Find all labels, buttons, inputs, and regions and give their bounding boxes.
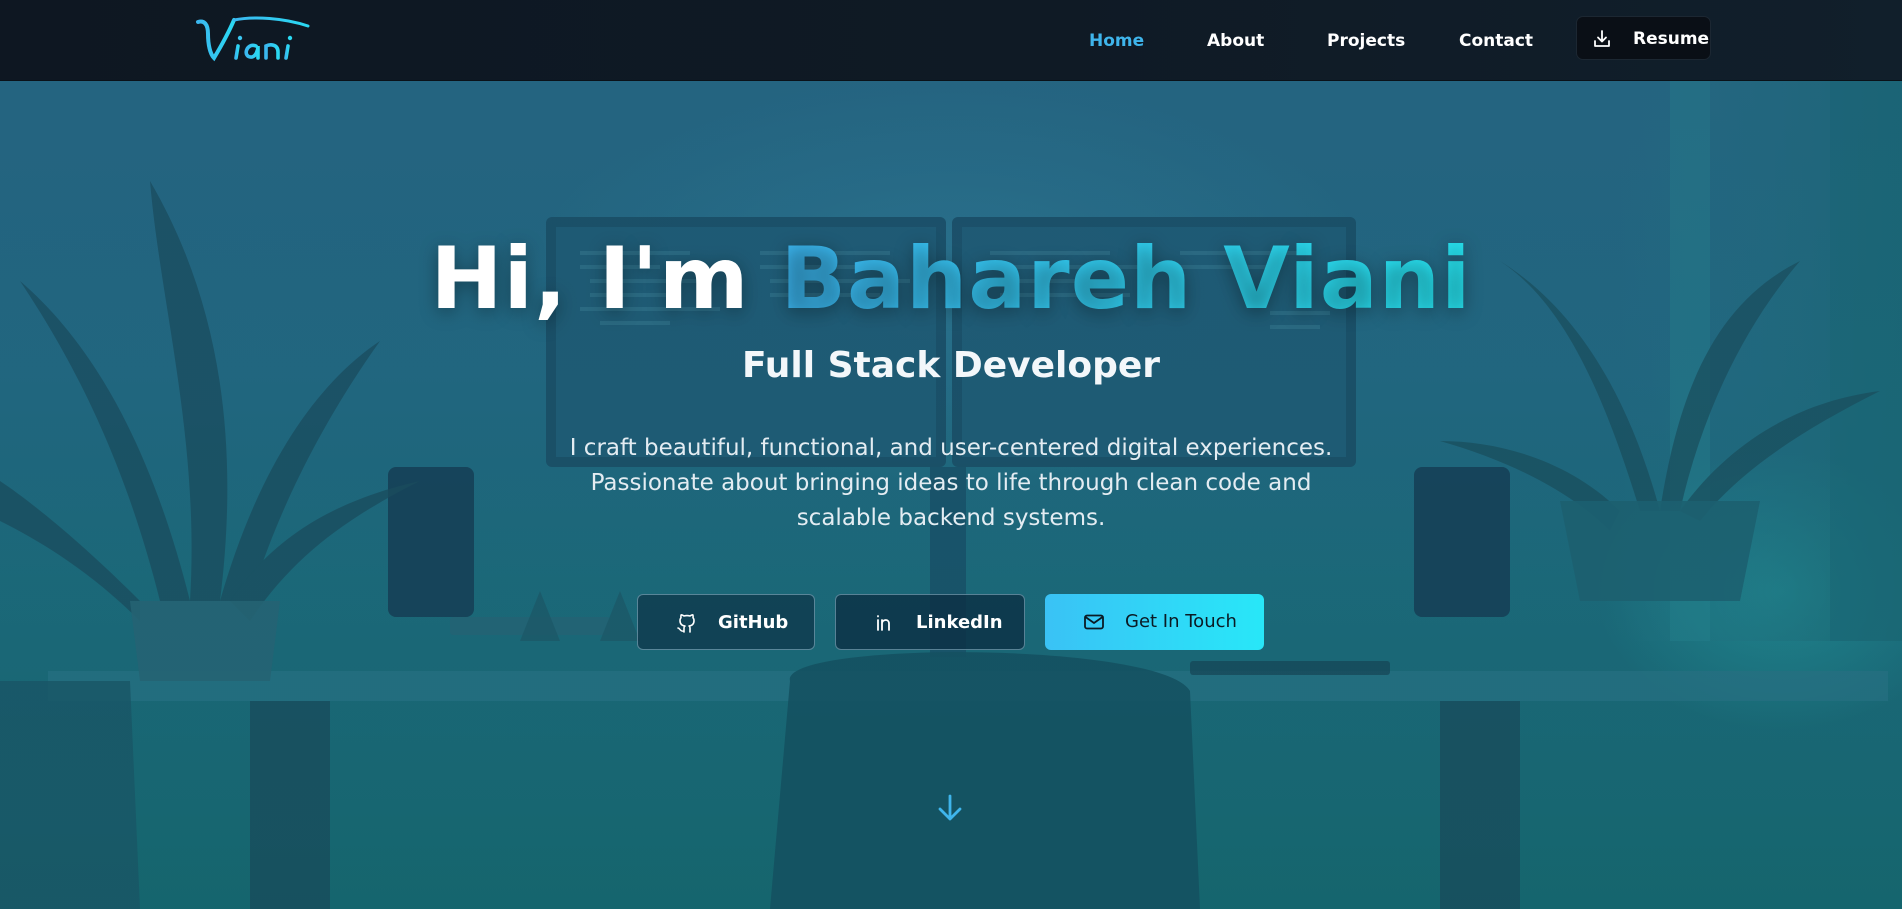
hero-description: I craft beautiful, functional, and user-… xyxy=(569,435,1333,531)
nav-link-projects[interactable]: Projects xyxy=(1327,31,1405,51)
get-in-touch-button-label: Get In Touch xyxy=(1125,611,1237,632)
resume-button[interactable]: Resume xyxy=(1576,16,1711,60)
hero-name: Bahareh Viani xyxy=(780,229,1472,329)
nav-link-contact[interactable]: Contact xyxy=(1459,31,1533,51)
get-in-touch-button[interactable]: Get In Touch xyxy=(1045,594,1264,650)
mail-icon xyxy=(1083,611,1105,633)
linkedin-button-label: LinkedIn xyxy=(916,612,1003,633)
linkedin-button[interactable]: LinkedIn xyxy=(835,594,1025,650)
navbar: Home About Projects Contact Resume xyxy=(0,0,1902,81)
github-icon xyxy=(676,612,698,634)
hero-title: Hi, I'm Bahareh Viani xyxy=(0,229,1902,329)
resume-button-label: Resume xyxy=(1633,29,1710,49)
scroll-down-arrow[interactable] xyxy=(934,792,966,824)
hero-greeting: Hi, I'm xyxy=(430,229,781,329)
github-button[interactable]: GitHub xyxy=(637,594,815,650)
arrow-down-icon xyxy=(938,794,962,821)
github-button-label: GitHub xyxy=(718,612,789,633)
nav-link-about[interactable]: About xyxy=(1207,31,1264,51)
nav-link-home[interactable]: Home xyxy=(1089,31,1144,51)
hero-section: Hi, I'm Bahareh Viani Full Stack Develop… xyxy=(0,81,1902,909)
hero-subtitle: Full Stack Developer xyxy=(741,345,1161,386)
download-icon xyxy=(1592,29,1612,49)
linkedin-icon xyxy=(874,612,896,634)
